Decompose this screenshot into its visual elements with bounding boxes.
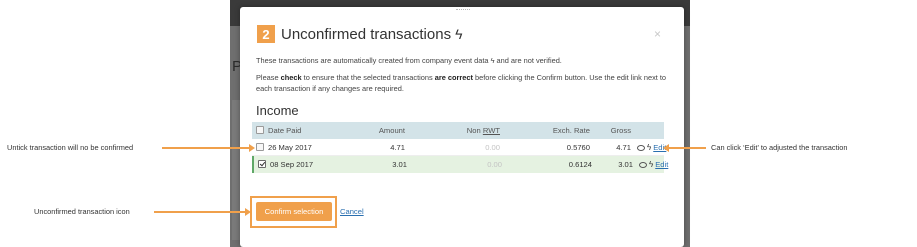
table-row: 08 Sep 2017 3.01 0.00 0.6124 3.01 ϟ Edit [252, 156, 668, 173]
screenshot: P × 2 Unconfirmed transactions ϟ These t… [0, 0, 917, 247]
drag-handle[interactable] [456, 9, 470, 12]
annotation-edit: Can click ‘Edit’ to adjusted the transac… [711, 143, 848, 152]
modal-title-row: 2 Unconfirmed transactions ϟ [257, 25, 463, 43]
row-non-rwt: 0.00 [485, 143, 500, 152]
edit-link[interactable]: Edit [655, 160, 668, 169]
row-actions: ϟ Edit [637, 143, 666, 152]
comment-icon[interactable] [637, 144, 645, 151]
row-non-rwt: 0.00 [487, 160, 502, 169]
rwt-abbr: RWT [482, 126, 500, 135]
row-amount: 3.01 [392, 160, 407, 169]
description-line-2: Please check to ensure that the selected… [256, 73, 667, 93]
row-amount: 4.71 [390, 143, 405, 152]
step-badge: 2 [257, 25, 275, 43]
row-actions: ϟ Edit [639, 160, 668, 169]
select-all-checkbox[interactable] [256, 126, 264, 134]
annotation-arrow-edit [663, 144, 706, 152]
header-exch-rate: Exch. Rate [552, 126, 590, 135]
annotation-icon: Unconfirmed transaction icon [34, 207, 130, 216]
row-exch-rate: 0.5760 [566, 143, 590, 152]
header-date-paid: Date Paid [268, 126, 302, 135]
row-gross: 3.01 [618, 160, 633, 169]
row-checkbox[interactable] [256, 143, 264, 151]
lightning-bolt-icon: ϟ [455, 26, 463, 42]
close-icon[interactable]: × [654, 27, 661, 41]
row-gross: 4.71 [616, 143, 631, 152]
table-row: 26 May 2017 4.71 0.00 0.5760 4.71 ϟ Edit [252, 139, 666, 156]
income-table: Date Paid Amount Non RWT Exch. Rate Gros… [252, 122, 668, 173]
app-background-edge [232, 100, 240, 240]
section-title-income: Income [256, 103, 299, 118]
annotation-arrow-untick [162, 144, 255, 152]
row-date: 08 Sep 2017 [270, 160, 314, 169]
header-non-rwt: Non RWT [466, 126, 500, 135]
row-date: 26 May 2017 [268, 143, 312, 152]
header-amount: Amount [378, 126, 405, 135]
comment-icon[interactable] [639, 161, 647, 168]
modal-title: Unconfirmed transactions [281, 25, 452, 43]
lightning-bolt-icon: ϟ [647, 143, 652, 152]
table-header-row: Date Paid Amount Non RWT Exch. Rate Gros… [252, 122, 664, 139]
lightning-bolt-icon: ϟ [649, 160, 654, 169]
header-gross: Gross [610, 126, 631, 135]
cancel-link[interactable]: Cancel [340, 207, 364, 216]
confirm-selection-button[interactable]: Confirm selection [256, 202, 332, 221]
description-line-1: These transactions are automatically cre… [256, 56, 562, 65]
annotation-untick: Untick transaction will no be confirmed [7, 143, 134, 152]
row-exch-rate: 0.6124 [568, 160, 592, 169]
row-checkbox[interactable] [258, 160, 266, 168]
annotation-arrow-icon [154, 208, 251, 216]
